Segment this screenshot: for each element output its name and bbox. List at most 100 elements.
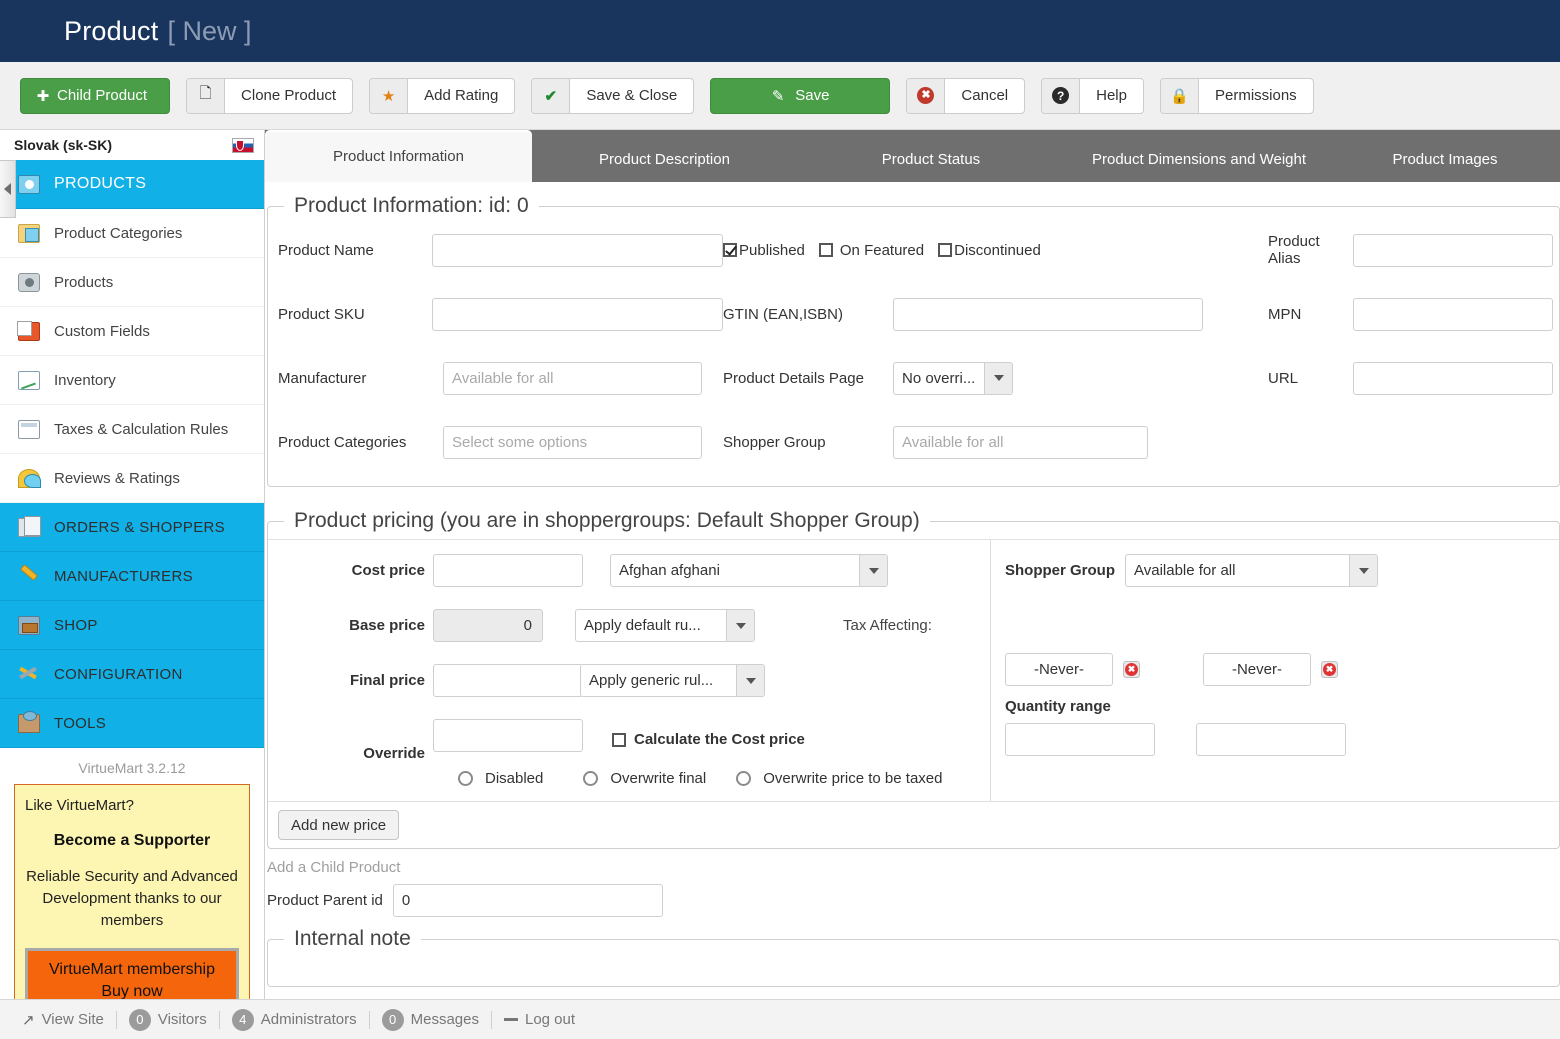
sidebar-collapse-toggle[interactable]	[0, 160, 16, 218]
child-product-button[interactable]: ✚ Child Product	[20, 77, 171, 114]
sidebar-item-custom-fields[interactable]: Custom Fields	[0, 307, 264, 356]
tab-product-information[interactable]: Product Information	[265, 130, 532, 182]
visitors-label: Visitors	[157, 1011, 207, 1028]
messages-status[interactable]: 0 Messages	[370, 1008, 491, 1031]
internal-note-panel: Internal note	[267, 927, 1560, 987]
sidebar-language-label: Slovak (sk-SK)	[14, 137, 113, 153]
clear-date-from-button[interactable]: ✖	[1123, 661, 1140, 678]
product-name-input[interactable]	[432, 233, 723, 267]
final-price-rule-select[interactable]: Apply generic rul...	[580, 664, 765, 697]
permissions-button[interactable]: 🔒 Permissions	[1159, 77, 1314, 114]
tab-product-status[interactable]: Product Status	[797, 136, 1065, 182]
shopper-group-input[interactable]	[893, 425, 1148, 459]
child-product-label: Child Product	[57, 87, 148, 104]
url-input[interactable]	[1353, 361, 1553, 395]
sidebar-item-reviews[interactable]: Reviews & Ratings	[0, 454, 264, 503]
override-input[interactable]	[433, 719, 583, 752]
administrators-count-badge: 4	[231, 1008, 254, 1031]
visitors-status[interactable]: 0 Visitors	[117, 1008, 219, 1031]
clone-product-button[interactable]: 🗋 Clone Product	[186, 77, 354, 114]
product-details-page-select[interactable]: No overri...	[893, 361, 1013, 395]
clear-date-to-button[interactable]: ✖	[1321, 661, 1338, 678]
chevron-down-icon	[1349, 555, 1377, 586]
product-information-panel: Product Information: id: 0 Product Name …	[267, 194, 1560, 487]
copy-icon: 🗋	[187, 78, 226, 113]
sidebar-item-label: TOOLS	[54, 714, 107, 732]
radio-overwrite-price-to-be-taxed-label: Overwrite price to be taxed	[763, 770, 943, 787]
orders-icon	[18, 515, 41, 537]
price-date-to-input[interactable]	[1203, 653, 1311, 686]
tools-icon	[18, 710, 40, 733]
sidebar-item-shop[interactable]: SHOP	[0, 601, 264, 650]
price-date-from-input[interactable]	[1005, 653, 1113, 686]
discontinued-checkbox[interactable]	[938, 243, 953, 257]
help-button[interactable]: ? Help	[1041, 77, 1144, 114]
product-pricing-panel: Product pricing (you are in shoppergroup…	[267, 509, 1560, 849]
save-and-close-button[interactable]: ✔ Save & Close	[531, 77, 695, 114]
base-price-input[interactable]	[433, 609, 543, 642]
radio-overwrite-final[interactable]	[583, 771, 599, 786]
sidebar-item-products-list[interactable]: Products	[0, 258, 264, 307]
cancel-button[interactable]: ✖ Cancel	[906, 77, 1026, 114]
product-pricing-legend: Product pricing (you are in shoppergroup…	[294, 509, 920, 532]
product-categories-input[interactable]	[443, 425, 702, 459]
published-label: Published	[739, 241, 805, 259]
radio-disabled[interactable]	[458, 771, 473, 786]
quantity-range-from-input[interactable]	[1005, 723, 1155, 756]
log-out-link[interactable]: Log out	[492, 1011, 587, 1028]
folder-icon	[18, 223, 40, 243]
plus-circle-icon: ✚	[36, 87, 50, 105]
sidebar-item-tools[interactable]: TOOLS	[0, 699, 264, 748]
shopper-group-label: Shopper Group	[723, 433, 826, 451]
sidebar-item-label: SHOP	[54, 616, 98, 634]
sidebar-item-manufacturers[interactable]: MANUFACTURERS	[0, 552, 264, 601]
chevron-down-icon	[726, 610, 754, 641]
gtin-input[interactable]	[893, 297, 1203, 331]
sidebar-item-taxes[interactable]: Taxes & Calculation Rules	[0, 405, 264, 454]
product-alias-input[interactable]	[1353, 233, 1553, 267]
base-price-rule-select[interactable]: Apply default ru...	[575, 609, 755, 642]
configuration-icon	[18, 665, 40, 684]
quantity-range-to-input[interactable]	[1196, 723, 1346, 756]
product-parent-id-label: Product Parent id	[267, 892, 383, 909]
chevron-down-icon	[984, 362, 1012, 394]
published-checkbox[interactable]	[723, 243, 737, 257]
cost-price-input[interactable]	[433, 554, 583, 587]
administrators-status[interactable]: 4 Administrators	[220, 1008, 369, 1031]
add-rating-button[interactable]: ★ Add Rating	[369, 77, 516, 114]
tab-product-description[interactable]: Product Description	[532, 136, 797, 182]
add-new-price-button[interactable]: Add new price	[278, 810, 400, 840]
sidebar-item-products[interactable]: PRODUCTS	[0, 160, 264, 209]
sidebar-item-configuration[interactable]: CONFIGURATION	[0, 650, 264, 699]
final-price-input[interactable]	[433, 664, 583, 697]
chat-bubble-icon	[18, 468, 41, 488]
sidebar-item-label: CONFIGURATION	[54, 665, 183, 683]
currency-select[interactable]: Afghan afghani	[610, 554, 888, 587]
save-button[interactable]: ✎ Save	[710, 77, 891, 114]
save-and-close-label: Save & Close	[586, 87, 678, 104]
sidebar-item-inventory[interactable]: Inventory	[0, 356, 264, 405]
sidebar-item-orders-shoppers[interactable]: ORDERS & SHOPPERS	[0, 503, 264, 552]
product-parent-id-input[interactable]	[392, 884, 663, 917]
mpn-input[interactable]	[1353, 297, 1553, 331]
calculate-cost-price-label: Calculate the Cost price	[634, 731, 805, 748]
radio-overwrite-price-to-be-taxed[interactable]	[736, 771, 752, 786]
tab-product-dimensions-and-weight[interactable]: Product Dimensions and Weight	[1065, 136, 1333, 182]
discontinued-label: Discontinued	[954, 241, 1041, 259]
sidebar-item-product-categories[interactable]: Product Categories	[0, 209, 264, 258]
url-label: URL	[1268, 369, 1299, 387]
products-icon	[18, 174, 40, 194]
view-site-link[interactable]: ↗ View Site	[10, 1011, 116, 1029]
messages-count-badge: 0	[381, 1008, 404, 1031]
calculate-cost-price-checkbox[interactable]	[612, 732, 626, 747]
tab-product-images[interactable]: Product Images	[1333, 136, 1557, 182]
manufacturer-input[interactable]	[443, 361, 702, 395]
on-featured-checkbox[interactable]	[818, 243, 833, 257]
edit-icon: ✎	[771, 87, 785, 105]
custom-fields-icon	[17, 320, 40, 341]
sidebar-item-label: Custom Fields	[54, 322, 150, 340]
logout-icon	[503, 1018, 518, 1021]
product-sku-input[interactable]	[432, 297, 723, 331]
pricing-shopper-group-select[interactable]: Available for all	[1125, 554, 1378, 587]
camera-icon	[18, 272, 40, 292]
